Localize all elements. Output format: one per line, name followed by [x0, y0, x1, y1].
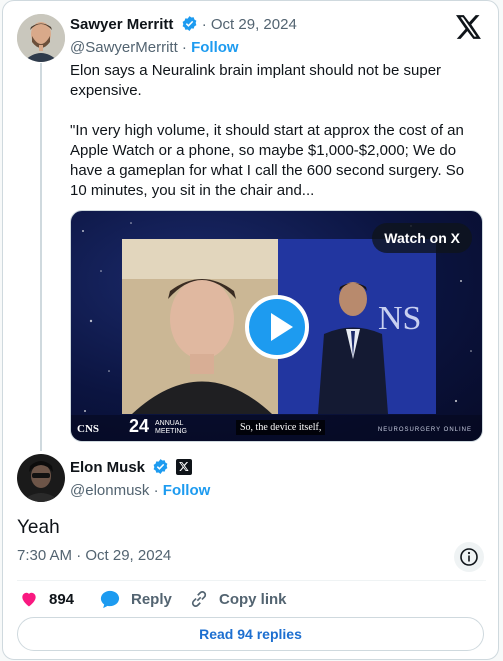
link-icon	[191, 591, 207, 607]
author-name[interactable]: Sawyer Merritt	[70, 16, 173, 33]
info-icon	[460, 548, 478, 566]
reply-text: Yeah	[17, 517, 60, 538]
author-handle[interactable]: @SawyerMerritt	[70, 39, 178, 56]
info-button[interactable]	[454, 542, 484, 572]
avatar-sawyer-merritt[interactable]	[17, 14, 65, 62]
overlay-event-label: ANNUAL MEETING	[155, 420, 187, 435]
video-media[interactable]: NS Watch on X CNS 24 ANNUAL MEETING So, …	[70, 210, 483, 442]
reply-timestamp[interactable]: 7:30 AM · Oct 29, 2024	[17, 547, 171, 564]
overlay-year: 24	[129, 416, 150, 436]
like-button[interactable]: 894	[19, 589, 74, 609]
embedded-tweet-card: Sawyer Merritt · Oct 29, 2024 @SawyerMer…	[2, 0, 499, 660]
x-affiliate-badge-icon	[176, 459, 193, 481]
verified-badge-icon	[152, 458, 169, 481]
avatar-image	[17, 14, 65, 62]
read-replies-button[interactable]: Read 94 replies	[17, 617, 484, 651]
handle-separator: ·	[181, 39, 187, 56]
avatar-elon-musk[interactable]	[17, 454, 65, 502]
thread-line	[40, 63, 42, 451]
date-separator: ·	[201, 16, 207, 33]
overlay-source-label: NEUROSURGERY ONLINE	[377, 427, 472, 433]
play-button-icon[interactable]	[245, 295, 309, 359]
watch-on-x-button[interactable]: Watch on X	[372, 223, 472, 253]
handle-separator: ·	[153, 482, 159, 499]
reply-button[interactable]: Reply	[99, 589, 172, 609]
divider	[17, 580, 486, 581]
follow-button-elon[interactable]: Follow	[163, 482, 211, 499]
video-subtitle: So, the device itself,	[236, 420, 326, 435]
copy-link-label: Copy link	[219, 590, 287, 608]
x-logo-icon[interactable]	[456, 15, 482, 44]
tweet-text: Elon says a Neuralink brain implant shou…	[70, 62, 465, 199]
reply-bubble-icon	[100, 590, 120, 609]
like-count: 894	[49, 590, 75, 608]
heart-icon	[22, 592, 36, 607]
svg-text:NS: NS	[378, 300, 421, 337]
cns-logo: CNS	[77, 423, 100, 435]
copy-link-button[interactable]: Copy link	[189, 589, 287, 609]
reply-label: Reply	[131, 590, 172, 608]
verified-badge-icon	[181, 15, 198, 38]
avatar-image	[17, 454, 65, 502]
tweet-date[interactable]: Oct 29, 2024	[211, 16, 297, 33]
reply-author-name[interactable]: Elon Musk	[70, 459, 145, 476]
follow-button-sawyer[interactable]: Follow	[191, 39, 239, 56]
reply-author-handle[interactable]: @elonmusk	[70, 482, 149, 499]
